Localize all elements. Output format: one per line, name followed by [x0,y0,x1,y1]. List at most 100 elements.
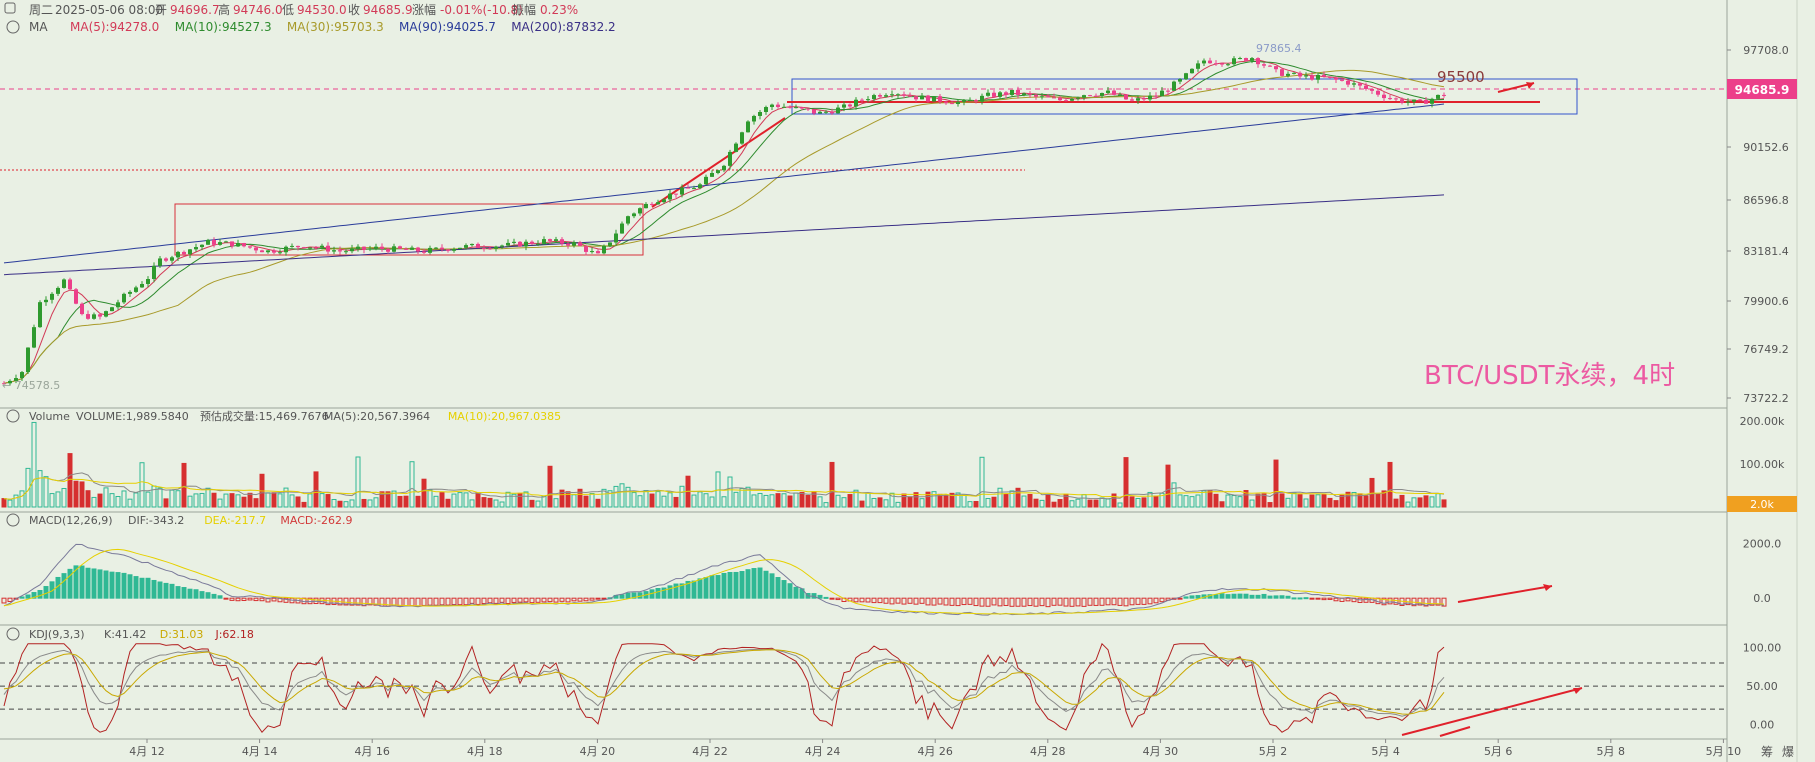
candle-body[interactable] [932,96,936,102]
candle-body[interactable] [1370,88,1374,91]
candle-body[interactable] [752,115,756,122]
candle-body[interactable] [62,279,66,288]
candle-body[interactable] [344,251,348,253]
candle-body[interactable] [1070,98,1074,101]
candle-body[interactable] [944,101,948,104]
candle-body[interactable] [1358,83,1362,86]
candle-body[interactable] [188,249,192,255]
candle-body[interactable] [1100,92,1104,96]
candle-body[interactable] [1250,58,1254,61]
candle-body[interactable] [668,193,672,200]
candle-body[interactable] [866,99,870,101]
candle-body[interactable] [644,203,648,209]
candle-body[interactable] [116,302,120,308]
candle-body[interactable] [1148,95,1152,100]
candle-body[interactable] [1094,95,1098,97]
candle-body[interactable] [398,246,402,249]
candle-body[interactable] [236,243,240,247]
candle-body[interactable] [104,311,108,317]
candle-body[interactable] [1220,63,1224,65]
candle-body[interactable] [710,173,714,177]
candle-body[interactable] [1034,94,1038,97]
candle-body[interactable] [740,132,744,144]
candle-body[interactable] [1424,100,1428,104]
candle-body[interactable] [1406,101,1410,103]
candle-body[interactable] [272,250,276,253]
candle-body[interactable] [812,109,816,114]
candle-body[interactable] [302,247,306,249]
candle-body[interactable] [770,104,774,108]
candle-body[interactable] [1226,64,1230,66]
candle-body[interactable] [206,239,210,245]
candle-body[interactable] [674,193,678,195]
candle-body[interactable] [1010,89,1014,95]
candle-body[interactable] [1376,90,1380,95]
candle-body[interactable] [524,241,528,247]
candle-body[interactable] [800,107,804,109]
candle-body[interactable] [20,372,24,379]
candle-body[interactable] [542,239,546,244]
candle-body[interactable] [422,251,426,253]
candle-body[interactable] [734,143,738,152]
candle-body[interactable] [758,111,762,116]
candle-body[interactable] [536,243,540,245]
candle-body[interactable] [368,248,372,250]
candle-body[interactable] [140,283,144,288]
candle-body[interactable] [986,92,990,96]
candle-body[interactable] [290,245,294,247]
candle-body[interactable] [200,244,204,248]
candle-body[interactable] [632,213,636,217]
candle-body[interactable] [476,243,480,248]
candle-body[interactable] [1046,96,1050,98]
candle-body[interactable] [1382,94,1386,99]
candle-body[interactable] [152,265,156,280]
candle-body[interactable] [56,287,60,294]
candle-body[interactable] [584,246,588,252]
candle-body[interactable] [1328,76,1332,78]
candle-body[interactable] [896,94,900,96]
candle-body[interactable] [1280,69,1284,76]
candle-body[interactable] [650,203,654,205]
candle-body[interactable] [32,327,36,348]
candle-body[interactable] [296,245,300,248]
candle-body[interactable] [818,111,822,114]
candle-body[interactable] [1142,98,1146,100]
candle-body[interactable] [224,241,228,243]
candle-body[interactable] [746,121,750,133]
candle-body[interactable] [1262,64,1266,66]
candle-body[interactable] [1232,58,1236,65]
candle-body[interactable] [1202,60,1206,64]
candle-body[interactable] [1118,94,1122,96]
candle-body[interactable] [254,247,258,251]
candle-body[interactable] [902,94,906,96]
candle-body[interactable] [1154,95,1158,97]
candle-body[interactable] [620,223,624,234]
candle-body[interactable] [722,165,726,171]
candle-body[interactable] [1172,81,1176,91]
candle-body[interactable] [974,100,978,102]
candle-body[interactable] [842,104,846,108]
candle-body[interactable] [716,170,720,174]
candle-body[interactable] [1304,75,1308,77]
candle-body[interactable] [806,108,810,110]
candle-body[interactable] [212,239,216,245]
candle-body[interactable] [1340,79,1344,81]
candle-body[interactable] [1388,98,1392,100]
candle-body[interactable] [692,188,696,190]
candle-body[interactable] [38,302,42,328]
candle-body[interactable] [1004,92,1008,95]
candle-body[interactable] [1016,89,1020,95]
candle-body[interactable] [1442,94,1446,96]
candle-body[interactable] [1166,90,1170,92]
candle-body[interactable] [98,314,102,317]
candle-body[interactable] [146,279,150,284]
candle-body[interactable] [1316,74,1320,80]
candle-body[interactable] [1136,98,1140,101]
candle-body[interactable] [1244,58,1248,61]
candle-body[interactable] [950,103,954,105]
candle-body[interactable] [848,104,852,107]
candle-body[interactable] [578,242,582,247]
candle-body[interactable] [332,250,336,252]
candle-body[interactable] [386,248,390,252]
candle-body[interactable] [590,251,594,253]
